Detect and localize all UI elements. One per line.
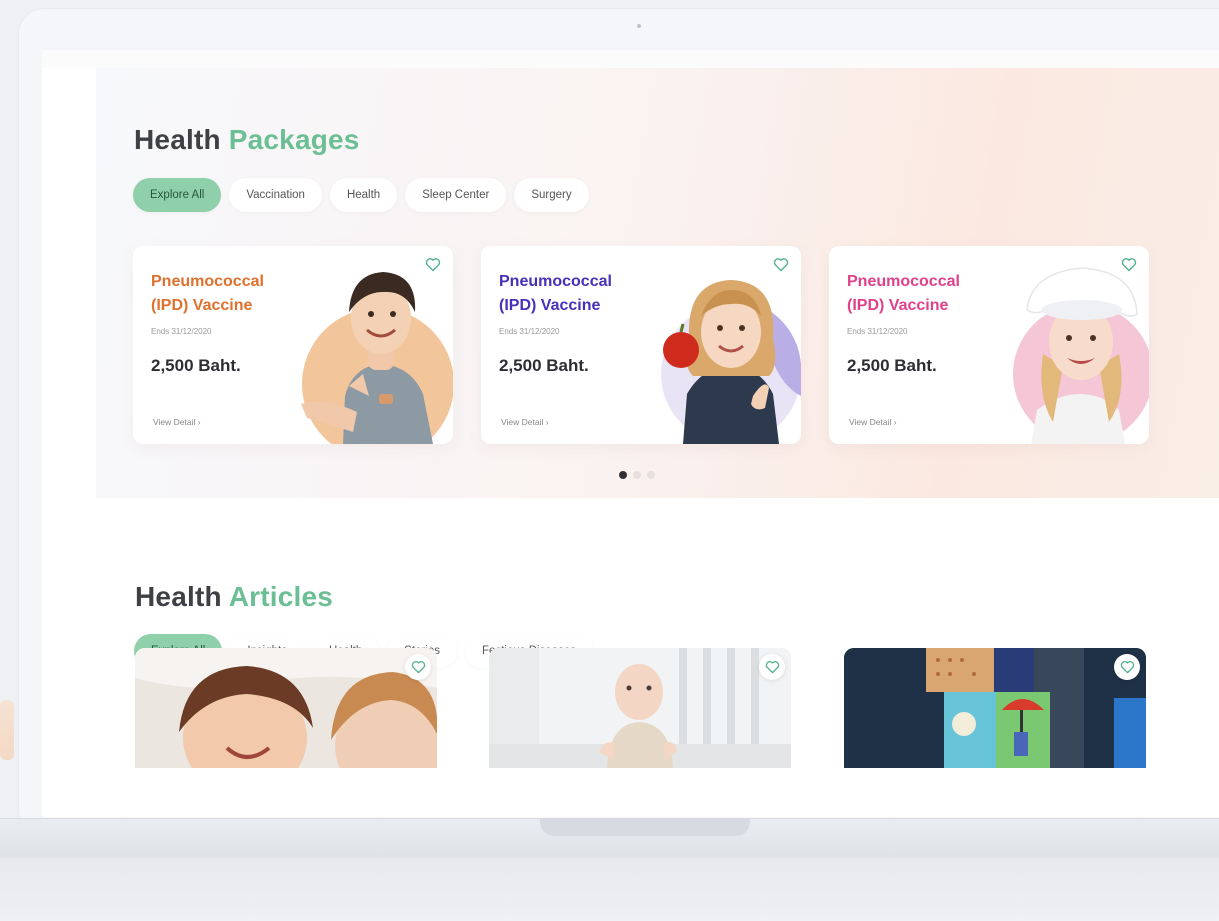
carousel-dot-2[interactable] <box>633 471 641 479</box>
laptop-base-notch <box>540 818 750 836</box>
view-detail-label: View Detail <box>501 417 544 427</box>
child-apple-icon <box>631 246 801 444</box>
packages-heading-main: Health <box>134 124 221 155</box>
children-smiling-icon <box>135 648 437 768</box>
chevron-right-icon: › <box>545 417 549 427</box>
package-price: 2,500 Baht. <box>499 356 589 375</box>
child-thumbs-up-icon <box>283 246 453 444</box>
camera-dot <box>637 24 641 28</box>
package-price: 2,500 Baht. <box>151 356 241 375</box>
view-detail-link[interactable]: View Detail › <box>501 417 549 427</box>
package-title: Pneumococcal (IPD) Vaccine <box>499 273 612 314</box>
article-card[interactable] <box>844 648 1146 768</box>
filter-sleep-center[interactable]: Sleep Center <box>405 178 507 212</box>
packages-heading: Health Packages <box>134 124 360 156</box>
chevron-right-icon: › <box>893 417 897 427</box>
package-end-date: Ends 31/12/2020 <box>151 327 212 336</box>
article-card[interactable] <box>489 648 791 768</box>
package-card[interactable]: Pneumococcal (IPD) Vaccine Ends 31/12/20… <box>481 246 801 444</box>
heart-icon[interactable] <box>759 654 785 680</box>
filter-explore-all[interactable]: Explore All <box>133 178 222 212</box>
toy-blocks-icon <box>844 648 1146 768</box>
packages-heading-accent: Packages <box>228 124 360 155</box>
article-card[interactable] <box>135 648 437 768</box>
heart-icon[interactable] <box>771 254 791 274</box>
packages-filter-bar: Explore All Vaccination Health Sleep Cen… <box>133 178 589 212</box>
package-price: 2,500 Baht. <box>847 356 937 375</box>
view-detail-link[interactable]: View Detail › <box>849 417 897 427</box>
baby-toy-icon <box>489 648 791 768</box>
browser-strip <box>42 50 1219 68</box>
package-card[interactable]: Pneumococcal (IPD) Vaccine Ends 31/12/20… <box>133 246 453 444</box>
view-detail-label: View Detail <box>849 417 892 427</box>
package-title: Pneumococcal (IPD) Vaccine <box>847 273 960 314</box>
filter-surgery[interactable]: Surgery <box>514 178 589 212</box>
heart-icon[interactable] <box>423 254 443 274</box>
girl-hat-icon <box>979 246 1149 444</box>
heart-icon[interactable] <box>405 654 431 680</box>
laptop-base <box>0 858 1219 921</box>
view-detail-label: View Detail <box>153 417 196 427</box>
carousel-dot-3[interactable] <box>647 471 655 479</box>
filter-health[interactable]: Health <box>329 178 398 212</box>
view-detail-link[interactable]: View Detail › <box>153 417 201 427</box>
package-end-date: Ends 31/12/2020 <box>499 327 560 336</box>
heart-icon[interactable] <box>1119 254 1139 274</box>
carousel-pagination <box>619 471 655 479</box>
articles-heading-main: Health <box>135 581 222 612</box>
filter-vaccination[interactable]: Vaccination <box>229 178 322 212</box>
articles-heading: Health Articles <box>135 581 333 613</box>
package-title: Pneumococcal (IPD) Vaccine <box>151 273 264 314</box>
articles-heading-accent: Articles <box>228 581 334 612</box>
package-card[interactable]: Pneumococcal (IPD) Vaccine Ends 31/12/20… <box>829 246 1149 444</box>
carousel-dot-1[interactable] <box>619 471 627 479</box>
chevron-right-icon: › <box>197 417 201 427</box>
package-end-date: Ends 31/12/2020 <box>847 327 908 336</box>
heart-icon[interactable] <box>1114 654 1140 680</box>
side-decor <box>0 700 14 760</box>
